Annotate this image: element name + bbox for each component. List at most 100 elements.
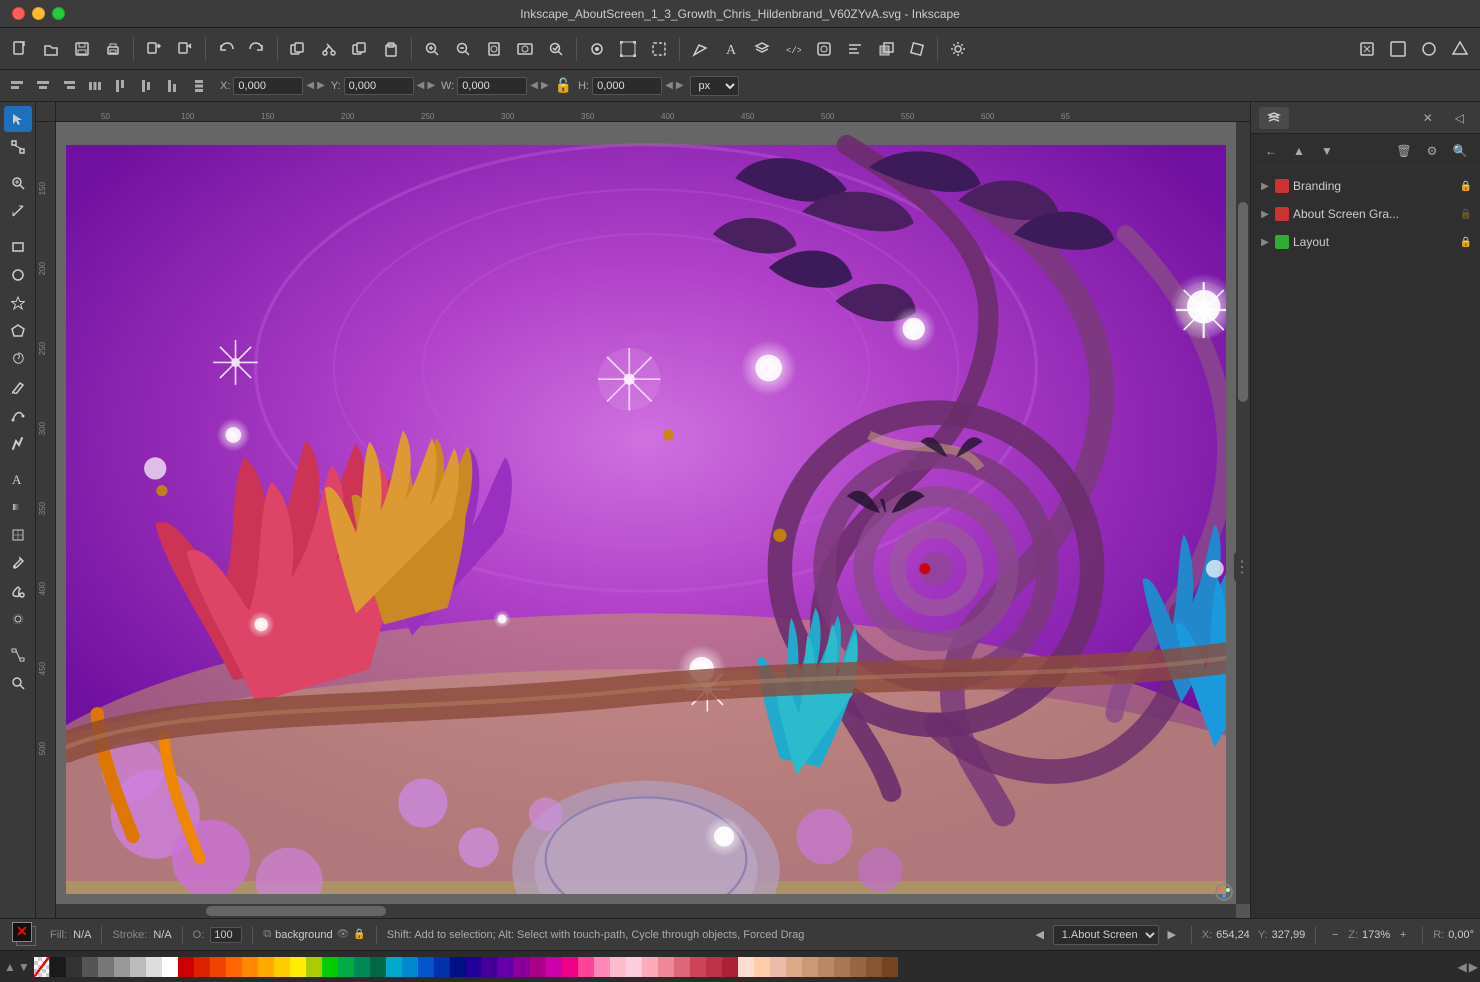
swatch-green4[interactable] bbox=[370, 957, 386, 977]
panel-up-btn[interactable]: ▲ bbox=[1287, 139, 1311, 163]
swatch-violet2[interactable] bbox=[498, 957, 514, 977]
snap-right-4[interactable] bbox=[1446, 35, 1474, 63]
h-input[interactable] bbox=[592, 77, 662, 95]
fill-box[interactable]: ✕ bbox=[12, 922, 32, 942]
layer-eye-icon[interactable]: 👁 bbox=[337, 929, 350, 940]
swatch-skin7[interactable] bbox=[834, 957, 850, 977]
undo-button[interactable] bbox=[212, 35, 240, 63]
paint-bucket-tool[interactable] bbox=[4, 578, 32, 604]
units-select[interactable]: px mm cm in bbox=[690, 76, 739, 96]
y-input[interactable] bbox=[344, 77, 414, 95]
gradient-tool[interactable] bbox=[4, 494, 32, 520]
mesh-gradient-tool[interactable] bbox=[4, 522, 32, 548]
swatch-purple1[interactable] bbox=[514, 957, 530, 977]
swatch-skin4[interactable] bbox=[786, 957, 802, 977]
swatch-skin6[interactable] bbox=[818, 957, 834, 977]
snap-bbox[interactable] bbox=[645, 35, 673, 63]
zoom-page-button[interactable] bbox=[480, 35, 508, 63]
align-top[interactable] bbox=[110, 75, 132, 97]
swatch-lightgray1[interactable] bbox=[114, 957, 130, 977]
close-button[interactable] bbox=[12, 7, 25, 20]
swatch-gray[interactable] bbox=[98, 957, 114, 977]
panel-back-btn[interactable]: ← bbox=[1259, 139, 1283, 163]
x-minus[interactable]: ◀ bbox=[306, 80, 314, 91]
swatch-nav-next[interactable]: ▶ bbox=[1469, 960, 1478, 974]
layers-tab[interactable] bbox=[1259, 107, 1289, 129]
more-panel-button[interactable]: ⋮ bbox=[1234, 552, 1250, 582]
layer-about-screen[interactable]: ▶ About Screen Gra... 🔒 bbox=[1251, 200, 1480, 228]
swatch-yellow2[interactable] bbox=[274, 957, 290, 977]
swatch-rose6[interactable] bbox=[722, 957, 738, 977]
print-button[interactable] bbox=[99, 35, 127, 63]
swatch-red1[interactable] bbox=[178, 957, 194, 977]
swatch-blue3[interactable] bbox=[434, 957, 450, 977]
preferences-button[interactable] bbox=[944, 35, 972, 63]
zoom-fit-button[interactable] bbox=[511, 35, 539, 63]
w-input[interactable] bbox=[457, 77, 527, 95]
swatch-brown1[interactable] bbox=[866, 957, 882, 977]
swatch-scroll-up[interactable]: ▲ bbox=[4, 960, 16, 974]
swatch-red2[interactable] bbox=[194, 957, 210, 977]
swatch-skin5[interactable] bbox=[802, 957, 818, 977]
swatch-rose4[interactable] bbox=[690, 957, 706, 977]
paste-button[interactable] bbox=[377, 35, 405, 63]
redo-button[interactable] bbox=[243, 35, 271, 63]
lock-about[interactable]: 🔒 bbox=[1460, 209, 1472, 220]
swatch-yellow3[interactable] bbox=[290, 957, 306, 977]
polygon-tool[interactable] bbox=[4, 318, 32, 344]
opacity-input[interactable] bbox=[210, 927, 242, 943]
no-color-swatch[interactable] bbox=[34, 957, 50, 977]
align-center-h[interactable] bbox=[32, 75, 54, 97]
canvas-container[interactable]: 50 100 150 200 250 300 350 400 450 500 5… bbox=[36, 102, 1250, 918]
swatch-skin8[interactable] bbox=[850, 957, 866, 977]
swatch-blue4[interactable] bbox=[450, 957, 466, 977]
swatch-skin2[interactable] bbox=[754, 957, 770, 977]
align-bottom[interactable] bbox=[162, 75, 184, 97]
xml-editor[interactable]: </> bbox=[779, 35, 807, 63]
new-button[interactable] bbox=[6, 35, 34, 63]
swatch-orange1[interactable] bbox=[210, 957, 226, 977]
snap-nodes[interactable] bbox=[614, 35, 642, 63]
swatch-blue1[interactable] bbox=[402, 957, 418, 977]
swatch-rose2[interactable] bbox=[658, 957, 674, 977]
swatch-skin1[interactable] bbox=[738, 957, 754, 977]
swatch-orange3[interactable] bbox=[242, 957, 258, 977]
zoom-in-button[interactable] bbox=[418, 35, 446, 63]
x-input[interactable] bbox=[233, 77, 303, 95]
star-tool[interactable] bbox=[4, 290, 32, 316]
maximize-button[interactable] bbox=[52, 7, 65, 20]
panel-settings-btn[interactable]: ⚙ bbox=[1420, 139, 1444, 163]
minimize-button[interactable] bbox=[32, 7, 45, 20]
connector-tool[interactable] bbox=[4, 642, 32, 668]
swatch-lightgray2[interactable] bbox=[130, 957, 146, 977]
transform-tool[interactable] bbox=[903, 35, 931, 63]
swatch-skin3[interactable] bbox=[770, 957, 786, 977]
expand-about[interactable]: ▶ bbox=[1259, 208, 1271, 220]
save-button[interactable] bbox=[68, 35, 96, 63]
layer-layout[interactable]: ▶ Layout 🔒 bbox=[1251, 228, 1480, 256]
zoom-out-status-btn[interactable]: − bbox=[1326, 926, 1344, 944]
swatch-rose3[interactable] bbox=[674, 957, 690, 977]
circle-tool[interactable] bbox=[4, 262, 32, 288]
x-plus[interactable]: ▶ bbox=[317, 80, 325, 91]
swatch-white[interactable] bbox=[162, 957, 178, 977]
align-middle-v[interactable] bbox=[136, 75, 158, 97]
zoom-out-button[interactable] bbox=[449, 35, 477, 63]
next-page-btn[interactable]: ▶ bbox=[1163, 926, 1181, 944]
lock-branding[interactable]: 🔒 bbox=[1460, 181, 1472, 192]
text-tool-left[interactable]: A bbox=[4, 466, 32, 492]
swatch-indigo[interactable] bbox=[466, 957, 482, 977]
dropper-tool[interactable] bbox=[4, 550, 32, 576]
swatch-green2[interactable] bbox=[338, 957, 354, 977]
swatch-green1[interactable] bbox=[322, 957, 338, 977]
canvas[interactable] bbox=[56, 122, 1236, 904]
lock-layout[interactable]: 🔒 bbox=[1460, 237, 1472, 248]
panel-delete-btn[interactable]: 🗑 bbox=[1392, 139, 1416, 163]
object-props[interactable] bbox=[810, 35, 838, 63]
swatch-pink3[interactable] bbox=[594, 957, 610, 977]
copy-button[interactable] bbox=[346, 35, 374, 63]
spiral-tool[interactable] bbox=[4, 346, 32, 372]
h-plus[interactable]: ▶ bbox=[676, 80, 684, 91]
align-tool[interactable] bbox=[841, 35, 869, 63]
layer-branding[interactable]: ▶ Branding 🔒 bbox=[1251, 172, 1480, 200]
